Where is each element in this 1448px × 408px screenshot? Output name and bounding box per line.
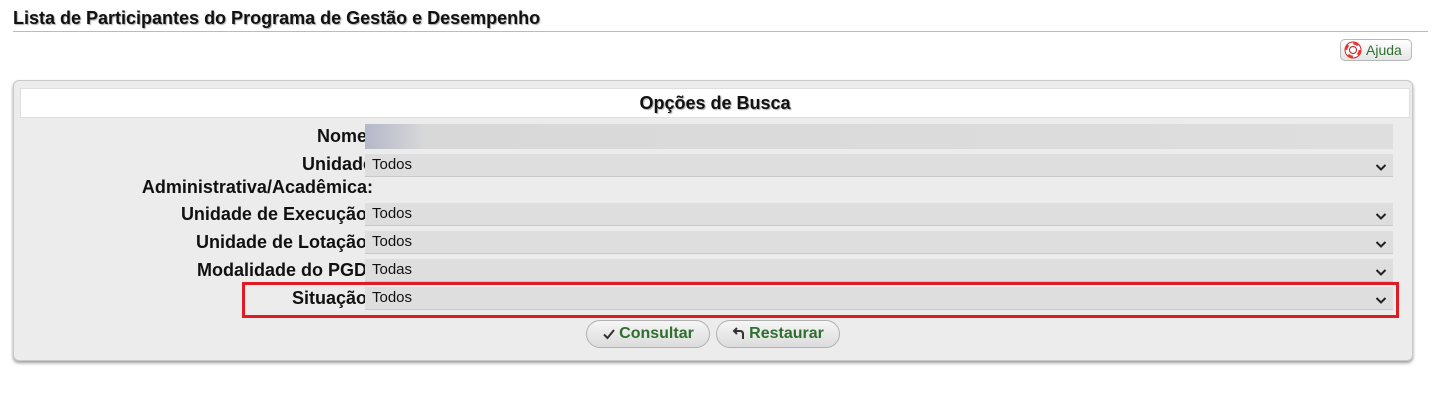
unidade-adm-value: Todos	[372, 156, 413, 173]
chevron-down-icon	[1375, 291, 1387, 304]
unidade-lot-label: Unidade de Lotação:	[195, 232, 373, 252]
lifebuoy-icon	[1344, 41, 1362, 59]
modalidade-label: Modalidade do PGD:	[196, 260, 373, 280]
consultar-label: Consultar	[619, 325, 694, 342]
checkmark-icon	[602, 327, 616, 341]
chevron-down-icon	[1375, 263, 1387, 276]
search-panel-header: Opções de Busca	[20, 88, 1410, 118]
nome-label: Nome:	[316, 126, 373, 146]
modalidade-value: Todas	[372, 261, 413, 278]
restaurar-button[interactable]: Restaurar	[716, 320, 840, 348]
chevron-down-icon	[1375, 235, 1387, 248]
title-divider	[13, 31, 1428, 32]
unidade-adm-label-line2: Administrativa/Acadêmica:	[141, 177, 373, 197]
restaurar-label: Restaurar	[749, 325, 824, 342]
unidade-exec-label: Unidade de Execução:	[180, 204, 373, 224]
chevron-down-icon	[1375, 158, 1387, 171]
unidade-adm-label-line1: Unidade	[301, 154, 373, 174]
modalidade-select[interactable]: Todas	[365, 259, 1393, 282]
unidade-lot-value: Todos	[372, 233, 413, 250]
situacao-value: Todos	[372, 289, 413, 306]
page-title: Lista de Participantes do Programa de Ge…	[13, 8, 541, 28]
chevron-down-icon	[1375, 207, 1387, 220]
unidade-lot-select[interactable]: Todos	[365, 231, 1393, 254]
situacao-select[interactable]: Todos	[365, 287, 1393, 310]
consultar-button[interactable]: Consultar	[586, 320, 710, 348]
help-button[interactable]: Ajuda	[1340, 39, 1412, 61]
help-label: Ajuda	[1366, 42, 1402, 58]
unidade-exec-select[interactable]: Todos	[365, 203, 1393, 226]
undo-arrow-icon	[732, 327, 746, 341]
situacao-label: Situação:	[291, 288, 373, 308]
nome-input[interactable]	[365, 124, 1393, 149]
unidade-exec-value: Todos	[372, 205, 413, 222]
unidade-adm-select[interactable]: Todos	[365, 154, 1393, 177]
